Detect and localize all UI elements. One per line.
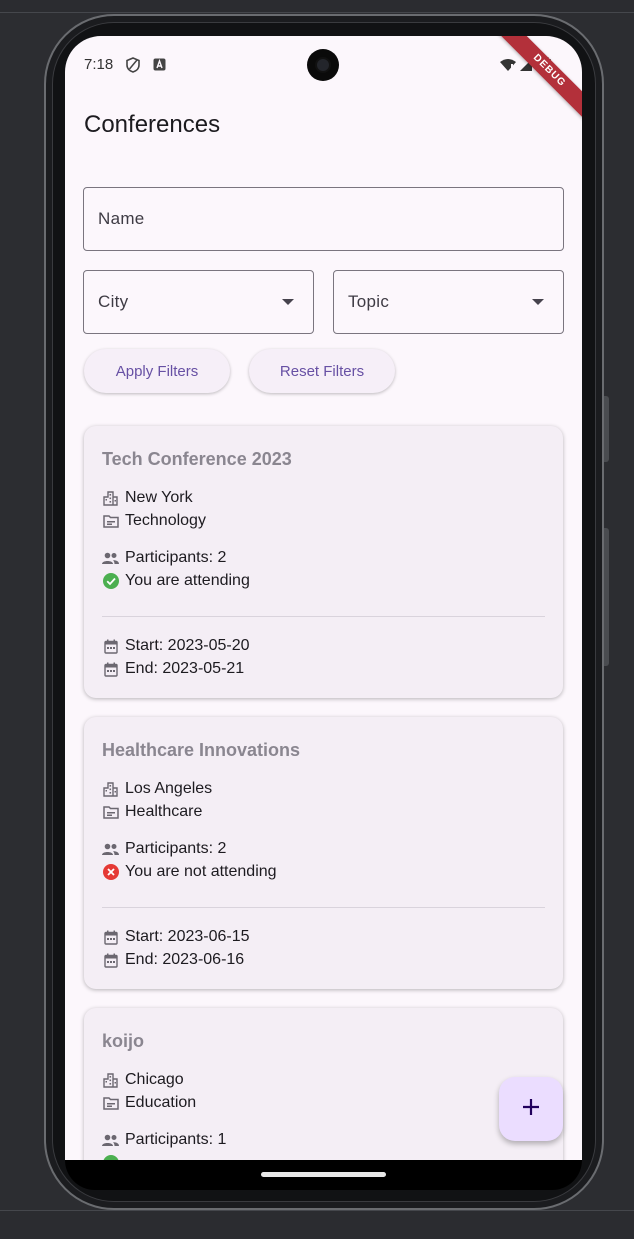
conference-card[interactable]: Tech Conference 2023 New York Technology… xyxy=(84,426,563,698)
start-date-row: Start: 2023-06-15 xyxy=(102,928,250,946)
emulator-top-bar xyxy=(0,0,634,13)
debug-banner: DEBUG xyxy=(489,36,582,131)
front-camera xyxy=(307,49,339,81)
people-icon xyxy=(102,550,119,567)
cancel-icon xyxy=(102,864,119,881)
city-dropdown[interactable]: City xyxy=(83,270,314,334)
conference-participants: Participants: 1 xyxy=(125,1131,227,1148)
wifi-icon xyxy=(499,56,517,73)
conference-title: Tech Conference 2023 xyxy=(102,449,292,469)
chevron-down-icon xyxy=(282,299,294,305)
location-city-icon xyxy=(102,1072,119,1089)
end-date-row: End: 2023-06-16 xyxy=(102,951,244,969)
apply-filters-button[interactable]: Apply Filters xyxy=(84,349,230,393)
emulator-bottom-bar xyxy=(0,1210,634,1239)
conference-card[interactable]: Healthcare Innovations Los Angeles Healt… xyxy=(84,717,563,989)
conference-topic: Technology xyxy=(125,512,206,529)
app-screen: 7:18 DEBUG Conferences Name City Topic A… xyxy=(65,36,582,1160)
attendance-row: You are not attending xyxy=(102,863,277,881)
calendar-icon xyxy=(102,952,119,969)
conference-start-date: Start: 2023-05-20 xyxy=(125,637,250,654)
attendance-status: You are not attending xyxy=(125,863,277,880)
conference-city: Los Angeles xyxy=(125,780,213,797)
topic-dropdown-label: Topic xyxy=(348,292,390,311)
participants-row: Participants: 2 xyxy=(102,840,226,858)
add-icon xyxy=(521,1097,541,1122)
city-row: New York xyxy=(102,489,193,507)
conference-participants: Participants: 2 xyxy=(125,549,227,566)
topic-row: Technology xyxy=(102,512,206,530)
chevron-down-icon xyxy=(532,299,544,305)
city-row: Chicago xyxy=(102,1071,184,1089)
topic-folder-icon xyxy=(102,1095,119,1112)
participants-row: Participants: 2 xyxy=(102,549,226,567)
power-button xyxy=(604,528,609,666)
app-notification-icon xyxy=(152,56,166,73)
volume-button xyxy=(604,396,609,462)
attendance-row: You are attending xyxy=(102,572,250,590)
conference-topic: Healthcare xyxy=(125,803,203,820)
topic-folder-icon xyxy=(102,804,119,821)
conference-end-date: End: 2023-05-21 xyxy=(125,660,245,677)
attendance-status: You are attending xyxy=(125,572,250,589)
shield-icon xyxy=(125,56,141,73)
topic-row: Healthcare xyxy=(102,803,202,821)
conference-start-date: Start: 2023-06-15 xyxy=(125,928,250,945)
card-divider xyxy=(102,907,545,908)
name-input[interactable]: Name xyxy=(83,187,564,251)
calendar-icon xyxy=(102,661,119,678)
calendar-icon xyxy=(102,638,119,655)
page-title: Conferences xyxy=(84,111,221,138)
location-city-icon xyxy=(102,490,119,507)
system-navigation-bar xyxy=(65,1160,582,1190)
participants-row: Participants: 1 xyxy=(102,1131,226,1149)
status-bar: 7:18 DEBUG xyxy=(65,36,582,131)
topic-dropdown[interactable]: Topic xyxy=(333,270,564,334)
name-input-label: Name xyxy=(98,209,145,228)
check-circle-icon xyxy=(102,573,119,590)
city-dropdown-label: City xyxy=(98,292,129,311)
conference-participants: Participants: 2 xyxy=(125,840,227,857)
end-date-row: End: 2023-05-21 xyxy=(102,660,244,678)
calendar-icon xyxy=(102,929,119,946)
city-row: Los Angeles xyxy=(102,780,212,798)
home-gesture-handle[interactable] xyxy=(261,1172,386,1177)
conference-city: Chicago xyxy=(125,1071,184,1088)
people-icon xyxy=(102,1132,119,1149)
reset-filters-button[interactable]: Reset Filters xyxy=(249,349,395,393)
conference-end-date: End: 2023-06-16 xyxy=(125,951,245,968)
topic-folder-icon xyxy=(102,513,119,530)
conference-title: Healthcare Innovations xyxy=(102,740,301,760)
conference-card[interactable]: koijo Chicago Education Participants: 1 xyxy=(84,1008,563,1160)
location-city-icon xyxy=(102,781,119,798)
people-icon xyxy=(102,841,119,858)
status-time: 7:18 xyxy=(84,56,114,73)
add-conference-button[interactable] xyxy=(499,1077,563,1141)
reset-filters-label: Reset Filters xyxy=(279,362,365,380)
card-divider xyxy=(102,616,545,617)
conference-city: New York xyxy=(125,489,193,506)
apply-filters-label: Apply Filters xyxy=(115,362,199,380)
start-date-row: Start: 2023-05-20 xyxy=(102,637,250,655)
topic-row: Education xyxy=(102,1094,196,1112)
conference-title: koijo xyxy=(102,1031,145,1051)
conference-topic: Education xyxy=(125,1094,197,1111)
